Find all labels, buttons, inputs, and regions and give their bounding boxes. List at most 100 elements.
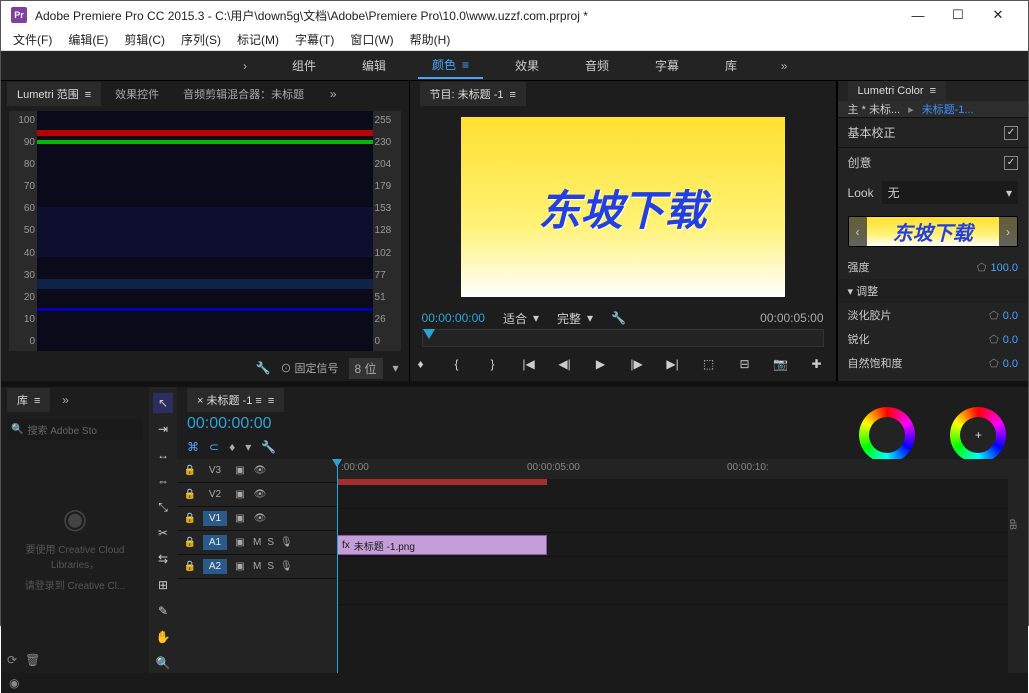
workspace-left-icon[interactable]: ›	[230, 59, 260, 73]
wrench-icon[interactable]: 🔧	[261, 440, 276, 454]
track-a2[interactable]: 🔒A2▣MS🎙	[177, 555, 337, 579]
maximize-button[interactable]: ☐	[938, 1, 978, 29]
play-button[interactable]: ▶	[590, 353, 612, 375]
workspace-effects[interactable]: 效果	[501, 53, 553, 78]
rate-stretch-tool[interactable]: ⤡	[153, 497, 173, 517]
settings-icon[interactable]: ▾	[245, 440, 251, 454]
prev-look-button[interactable]: ‹	[849, 217, 867, 246]
program-tab[interactable]: 节目: 未标题 -1	[420, 82, 526, 106]
zoom-tool[interactable]: 🔍	[153, 653, 173, 673]
fit-select[interactable]: 适合	[503, 310, 527, 327]
adjust-header[interactable]: ▾ 调整	[848, 283, 879, 299]
mark-out-button[interactable]: }	[482, 353, 504, 375]
next-look-button[interactable]: ›	[999, 217, 1017, 246]
quality-select[interactable]: 完整	[557, 310, 581, 327]
menu-title[interactable]: 字幕(T)	[289, 29, 340, 50]
track-v3[interactable]: 🔒V3▣👁	[177, 459, 337, 483]
ripple-edit-tool[interactable]: ↔	[153, 445, 173, 465]
highlight-tint-wheel[interactable]	[950, 407, 1006, 463]
chevron-down-icon[interactable]: ▾	[533, 311, 539, 325]
slip-tool[interactable]: ⇆	[153, 549, 173, 569]
menu-clip[interactable]: 剪辑(C)	[118, 29, 171, 50]
row-a2[interactable]	[337, 581, 1008, 605]
lock-icon[interactable]: 🔒	[183, 537, 197, 548]
mic-icon[interactable]: 🎙	[280, 537, 293, 548]
menu-marker[interactable]: 标记(M)	[231, 29, 285, 50]
tabs-overflow-icon[interactable]: »	[318, 87, 348, 101]
workspace-color[interactable]: 颜色	[418, 52, 483, 79]
chevron-down-icon[interactable]: ▾	[587, 311, 593, 325]
menu-file[interactable]: 文件(F)	[7, 29, 58, 50]
intensity-value[interactable]: 100.0	[990, 262, 1018, 274]
step-fwd-button[interactable]: |▶	[626, 353, 648, 375]
menu-window[interactable]: 窗口(W)	[344, 29, 399, 50]
track-select-tool[interactable]: ⇥	[153, 419, 173, 439]
clip-untitled-png[interactable]: fx未标题 -1.png	[337, 535, 547, 555]
slide-tool[interactable]: ⊞	[153, 575, 173, 595]
workspace-assembly[interactable]: 组件	[278, 53, 330, 78]
faded-film-value[interactable]: 0.0	[1003, 310, 1018, 322]
pen-tool[interactable]: ✎	[153, 601, 173, 621]
timeline-ruler[interactable]: :00:00 00:00:05:00 00:00:10:	[337, 459, 1008, 479]
export-frame-button[interactable]: 📷	[770, 353, 792, 375]
timeline-tracks[interactable]: :00:00 00:00:05:00 00:00:10: fx未标题 -1.pn…	[337, 459, 1008, 673]
program-timecode-in[interactable]: 00:00:00:00	[422, 311, 485, 325]
creative-section[interactable]: 创意 ✓	[838, 147, 1028, 177]
rolling-edit-tool[interactable]: ⇔	[153, 471, 173, 491]
timeline-timecode[interactable]: 00:00:00:00	[187, 415, 272, 433]
hand-tool[interactable]: ✋	[153, 627, 173, 647]
workspace-editing[interactable]: 编辑	[348, 53, 400, 78]
row-v2[interactable]	[337, 509, 1008, 533]
shadow-tint-wheel[interactable]	[859, 407, 915, 463]
close-button[interactable]: ✕	[978, 1, 1018, 29]
workspace-overflow-icon[interactable]: »	[769, 59, 799, 73]
lock-icon[interactable]: 🔒	[183, 513, 197, 524]
vibrance-value[interactable]: 0.0	[1003, 358, 1018, 370]
minimize-button[interactable]: —	[898, 1, 938, 29]
playhead-icon[interactable]	[423, 329, 435, 339]
snap-icon[interactable]: ⌘	[187, 440, 199, 454]
track-a1[interactable]: 🔒A1▣MS🎙	[177, 531, 337, 555]
extract-button[interactable]: ⊟	[734, 353, 756, 375]
marker-icon[interactable]: ♦	[229, 440, 235, 454]
lock-icon[interactable]: 🔒	[183, 465, 197, 476]
lock-icon[interactable]: 🔒	[183, 489, 197, 500]
sync-settings-icon[interactable]: ◉	[9, 676, 19, 690]
timeline-playhead[interactable]	[337, 459, 338, 673]
sharpen-value[interactable]: 0.0	[1003, 334, 1018, 346]
goto-out-button[interactable]: ▶|	[662, 353, 684, 375]
lock-icon[interactable]: 🔒	[183, 561, 197, 572]
tab-libraries[interactable]: 库	[7, 388, 50, 412]
workspace-audio[interactable]: 音频	[571, 53, 623, 78]
tab-lumetri-scopes[interactable]: Lumetri 范围	[7, 82, 101, 106]
lumetri-tab[interactable]: Lumetri Color	[848, 81, 946, 101]
bit-depth-select[interactable]: 8 位	[349, 358, 383, 379]
track-v2[interactable]: 🔒V2▣👁	[177, 483, 337, 507]
search-input[interactable]: 🔍搜索 Adobe Sto	[7, 419, 143, 440]
wrench-icon[interactable]: 🔧	[255, 361, 270, 375]
creative-checkbox[interactable]: ✓	[1004, 156, 1018, 170]
workspace-libraries[interactable]: 库	[711, 53, 751, 78]
chevron-down-icon[interactable]: ▾	[393, 361, 399, 375]
tab-effect-controls[interactable]: 效果控件	[105, 82, 169, 106]
look-select[interactable]: 无▾	[882, 181, 1018, 204]
sync-icon[interactable]: ⟳	[7, 653, 17, 667]
basic-correction-section[interactable]: 基本校正 ✓	[838, 117, 1028, 147]
razor-tool[interactable]: ✂	[153, 523, 173, 543]
track-v1[interactable]: 🔒V1▣👁	[177, 507, 337, 531]
clamp-signal-toggle[interactable]: ⊙ 固定信号	[280, 360, 338, 376]
linked-selection-icon[interactable]: ⊂	[209, 440, 219, 454]
wrench-icon[interactable]: 🔧	[611, 311, 626, 325]
tab-audio-mixer[interactable]: 音频剪辑混合器：未标题	[173, 82, 314, 106]
lift-button[interactable]: ⬚	[698, 353, 720, 375]
trash-icon[interactable]: 🗑	[25, 653, 40, 667]
row-v1[interactable]: fx未标题 -1.png	[337, 533, 1008, 557]
basic-checkbox[interactable]: ✓	[1004, 126, 1018, 140]
row-v3[interactable]	[337, 485, 1008, 509]
goto-in-button[interactable]: |◀	[518, 353, 540, 375]
sequence-link[interactable]: 未标题-1...	[922, 101, 974, 117]
add-marker-button[interactable]: ♦	[410, 353, 432, 375]
menu-help[interactable]: 帮助(H)	[404, 29, 457, 50]
tabs-overflow-icon[interactable]: »	[50, 393, 80, 407]
menu-sequence[interactable]: 序列(S)	[175, 29, 227, 50]
